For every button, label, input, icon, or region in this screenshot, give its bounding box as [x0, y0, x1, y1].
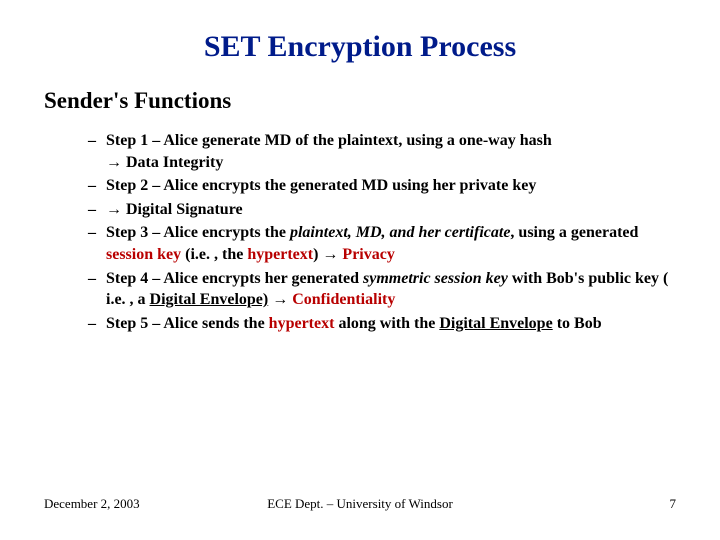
arrow-icon: → — [106, 201, 122, 218]
step-5-c: along with the — [334, 315, 439, 332]
step-2-concept-line: → Digital Signature — [88, 199, 676, 221]
step-1: Step 1 – Alice generate MD of the plaint… — [88, 130, 676, 173]
step-3-f: hypertext — [247, 246, 313, 263]
step-2-text: Step 2 – Alice encrypts the generated MD… — [106, 177, 536, 194]
arrow-icon: → — [272, 291, 288, 308]
step-3-d: session key — [106, 246, 181, 263]
arrow-icon: → — [322, 246, 338, 263]
footer-page: 7 — [670, 496, 677, 512]
step-3-b: plaintext, MD, and her certificate — [290, 224, 510, 241]
step-list: Step 1 – Alice generate MD of the plaint… — [88, 130, 676, 334]
slide: SET Encryption Process Sender's Function… — [0, 0, 720, 540]
step-4-b: symmetric session key — [363, 270, 508, 287]
step-1-concept: Data Integrity — [122, 154, 223, 171]
step-5-b: hypertext — [269, 315, 335, 332]
step-3: Step 3 – Alice encrypts the plaintext, M… — [88, 222, 676, 265]
step-5-d: Digital Envelope — [439, 315, 552, 332]
step-2-concept: Digital Signature — [122, 201, 243, 218]
step-4-f: Confidentiality — [288, 291, 395, 308]
step-5-a: Step 5 – Alice sends the — [106, 315, 269, 332]
arrow-icon: → — [106, 154, 122, 171]
step-3-c: , using a generated — [510, 224, 638, 241]
step-5: Step 5 – Alice sends the hypertext along… — [88, 313, 676, 335]
slide-subhead: Sender's Functions — [44, 88, 676, 114]
footer: December 2, 2003 ECE Dept. – University … — [44, 496, 676, 512]
footer-date: December 2, 2003 — [44, 496, 140, 512]
step-3-e: (i.e. , the — [181, 246, 247, 263]
step-2: Step 2 – Alice encrypts the generated MD… — [88, 175, 676, 197]
step-4-a: Step 4 – Alice encrypts her generated — [106, 270, 363, 287]
step-4-d: Digital Envelope) — [150, 291, 269, 308]
step-1-text: Step 1 – Alice generate MD of the plaint… — [106, 132, 552, 149]
step-4: Step 4 – Alice encrypts her generated sy… — [88, 268, 676, 311]
step-3-h: Privacy — [338, 246, 394, 263]
step-5-e: to Bob — [553, 315, 602, 332]
slide-title: SET Encryption Process — [44, 30, 676, 64]
step-3-a: Step 3 – Alice encrypts the — [106, 224, 290, 241]
